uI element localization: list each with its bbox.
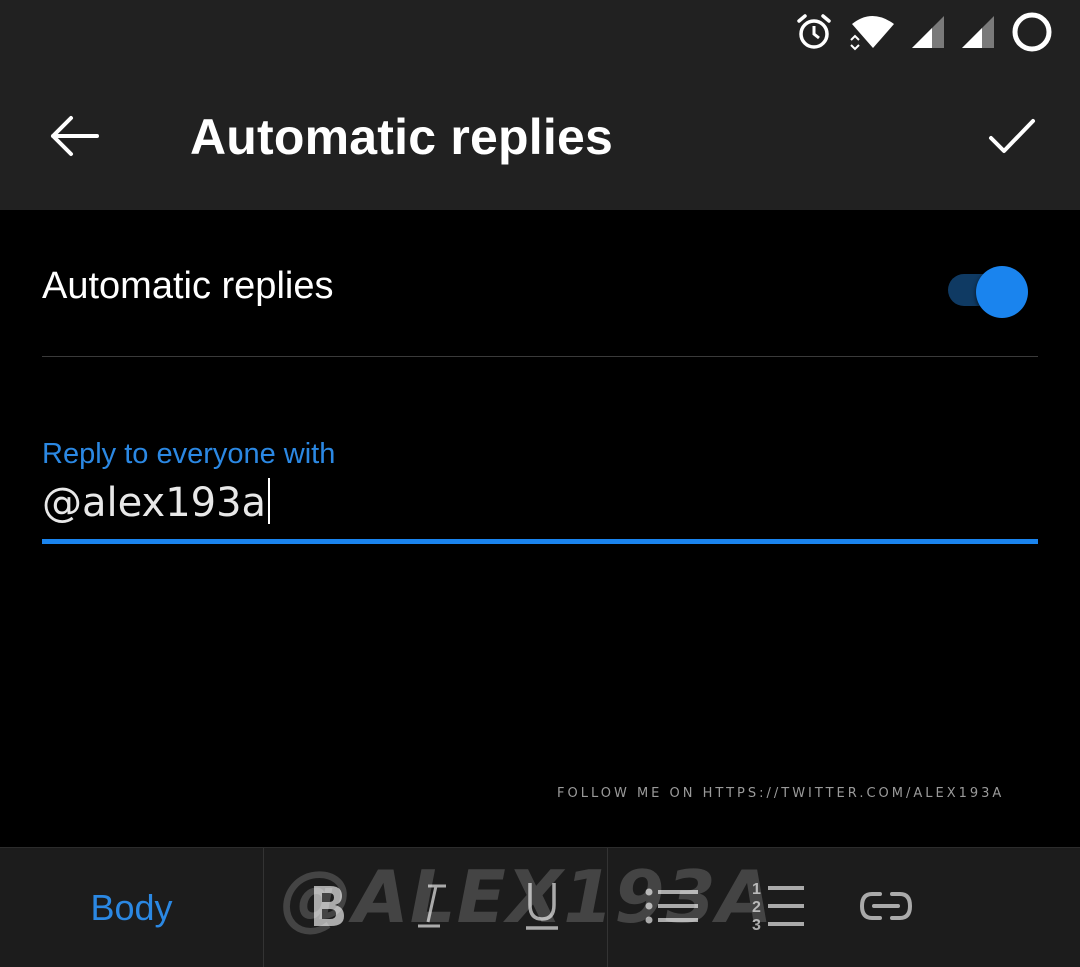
- status-icons: [794, 12, 1054, 56]
- alarm-icon: [794, 12, 834, 57]
- text-caret: [268, 478, 271, 524]
- italic-icon: [412, 882, 452, 935]
- link-button[interactable]: [854, 876, 918, 940]
- toggle-thumb: [976, 266, 1028, 318]
- automatic-replies-label: Automatic replies: [42, 265, 334, 307]
- follow-watermark-text: FOLLOW ME ON HTTPS://TWITTER.COM/ALEX193…: [557, 786, 1005, 801]
- automatic-replies-toggle[interactable]: [946, 260, 1032, 318]
- wifi-icon: [848, 12, 896, 57]
- body-style-button[interactable]: Body: [0, 848, 264, 967]
- back-button[interactable]: [36, 106, 112, 170]
- reply-text-value: @alex193a: [42, 480, 267, 526]
- back-arrow-icon: [47, 114, 101, 163]
- reply-text-input[interactable]: @alex193a: [42, 478, 271, 526]
- reply-field-underline: [42, 539, 1038, 544]
- reply-field-label: Reply to everyone with: [42, 438, 336, 470]
- svg-text:2: 2: [752, 899, 761, 916]
- bulleted-list-icon: [644, 886, 700, 931]
- status-bar: [0, 0, 1080, 70]
- signal-2-icon: [960, 14, 996, 55]
- signal-1-icon: [910, 14, 946, 55]
- confirm-button[interactable]: [974, 106, 1050, 170]
- bold-button[interactable]: [296, 876, 360, 940]
- bold-icon: [308, 883, 348, 934]
- body-style-label: Body: [90, 886, 173, 928]
- link-icon: [858, 890, 914, 927]
- divider: [42, 356, 1038, 357]
- svg-text:1: 1: [752, 881, 761, 898]
- italic-button[interactable]: [400, 876, 464, 940]
- formatting-toolbar: Body 1 2 3: [0, 847, 1080, 967]
- toolbar-divider: [607, 848, 608, 967]
- numbered-list-icon: 1 2 3: [750, 878, 806, 939]
- svg-text:3: 3: [752, 917, 761, 934]
- battery-circle-icon: [1010, 10, 1054, 59]
- underline-button[interactable]: [510, 876, 574, 940]
- automatic-replies-row[interactable]: Automatic replies: [0, 210, 1080, 358]
- numbered-list-button[interactable]: 1 2 3: [746, 876, 810, 940]
- underline-icon: [522, 881, 562, 936]
- page-title: Automatic replies: [190, 109, 613, 165]
- check-icon: [987, 116, 1037, 161]
- app-bar: Automatic replies: [0, 70, 1080, 210]
- bulleted-list-button[interactable]: [640, 876, 704, 940]
